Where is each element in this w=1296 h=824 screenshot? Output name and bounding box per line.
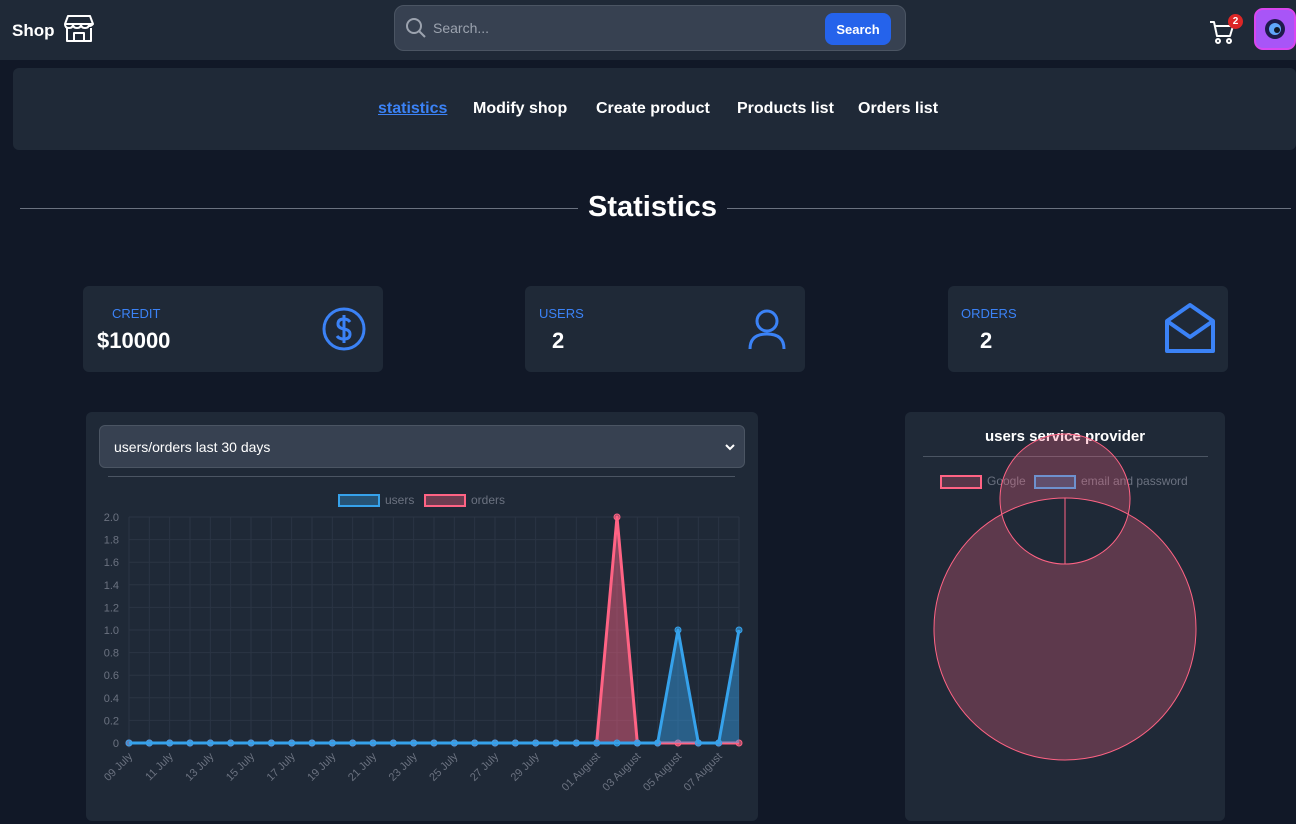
users-label: USERS — [539, 306, 584, 321]
data-point-users — [308, 739, 316, 747]
y-tick-label: 0.8 — [104, 648, 119, 660]
x-tick-label: 29 July — [509, 750, 542, 783]
data-point-users — [430, 739, 438, 747]
data-point-users — [593, 739, 601, 747]
data-point-users — [166, 739, 174, 747]
x-tick-label: 21 July — [346, 750, 379, 783]
y-tick-label: 1.6 — [104, 557, 119, 569]
data-point-users — [267, 739, 275, 747]
search-input[interactable] — [433, 14, 813, 42]
x-tick-label: 15 July — [224, 750, 257, 783]
y-tick-label: 0.2 — [104, 715, 119, 727]
top-navbar: Shop Search 2 — [0, 0, 1296, 60]
data-point-users — [288, 739, 296, 747]
y-tick-label: 0.6 — [104, 670, 119, 682]
x-tick-label: 25 July — [427, 750, 460, 783]
data-point-users — [125, 739, 133, 747]
brand-link[interactable]: Shop — [12, 12, 95, 49]
credit-value: $10000 — [97, 328, 171, 353]
data-point-users — [654, 739, 662, 747]
users-value: 2 — [552, 328, 565, 353]
doughnut-chart-panel: users service provider Googleemail and p… — [905, 412, 1225, 821]
dollar-circle-icon — [321, 306, 367, 357]
y-tick-label: 0.4 — [104, 693, 119, 705]
orders-value: 2 — [980, 328, 993, 353]
page-title: Statistics — [578, 191, 727, 224]
data-point-users — [694, 739, 702, 747]
data-point-users — [532, 739, 540, 747]
shop-subnav: statistics Modify shop Create product Pr… — [13, 68, 1296, 150]
legend-swatch-orders — [424, 494, 466, 507]
data-point-users — [247, 739, 255, 747]
data-point-orders — [613, 513, 621, 521]
provider-doughnut-chart: Googleemail and password — [933, 433, 1197, 761]
data-point-users — [328, 739, 336, 747]
data-point-users — [206, 739, 214, 747]
legend-swatch-0 — [940, 475, 982, 489]
data-point-users — [145, 739, 153, 747]
tab-create-product[interactable]: Create product — [596, 100, 710, 118]
legend-label-orders: orders — [471, 493, 505, 507]
data-point-users — [389, 739, 397, 747]
data-point-users — [227, 739, 235, 747]
x-tick-label: 03 August — [600, 751, 643, 794]
orders-card: ORDERS 2 — [948, 286, 1228, 372]
legend-label-users: users — [385, 493, 414, 507]
x-tick-label: 09 July — [102, 750, 135, 783]
data-point-users — [511, 739, 519, 747]
cart-count-badge: 2 — [1228, 14, 1243, 29]
data-point-users — [735, 626, 743, 634]
x-tick-label: 01 August — [560, 751, 603, 794]
legend-swatch-users — [338, 494, 380, 507]
tab-statistics[interactable]: statistics — [378, 100, 447, 118]
store-icon — [63, 12, 95, 49]
y-tick-label: 2.0 — [104, 512, 119, 524]
data-point-users — [715, 739, 723, 747]
data-point-users — [369, 739, 377, 747]
data-point-users — [613, 739, 621, 747]
data-point-users — [410, 739, 418, 747]
x-tick-label: 23 July — [387, 750, 420, 783]
data-point-users — [633, 739, 641, 747]
y-tick-label: 1.0 — [104, 625, 119, 637]
x-tick-label: 07 August — [682, 751, 725, 794]
users-orders-line-chart: users orders 2.0 1.8 1.6 1.4 1.2 1.0 0.8 0.6 0.4 0.… — [102, 493, 743, 794]
data-point-users — [552, 739, 560, 747]
data-point-users — [572, 739, 580, 747]
search-button[interactable]: Search — [825, 13, 891, 45]
y-tick-label: 1.8 — [104, 535, 119, 547]
data-point-users — [491, 739, 499, 747]
cart-button[interactable]: 2 — [1208, 14, 1243, 44]
tab-products-list[interactable]: Products list — [737, 100, 834, 118]
data-point-users — [471, 739, 479, 747]
avatar-image-icon — [1265, 19, 1285, 39]
x-tick-label: 17 July — [265, 750, 298, 783]
data-point-users — [674, 626, 682, 634]
x-tick-label: 19 July — [305, 750, 338, 783]
data-point-users — [186, 739, 194, 747]
tab-orders-list[interactable]: Orders list — [858, 100, 938, 118]
tab-modify-shop[interactable]: Modify shop — [473, 100, 567, 118]
y-tick-label: 1.4 — [104, 580, 119, 592]
y-tick-label: 0 — [113, 738, 119, 750]
credit-label: CREDIT — [112, 306, 161, 321]
x-tick-label: 27 July — [468, 750, 501, 783]
orders-label: ORDERS — [961, 306, 1017, 321]
search-bar: Search — [394, 5, 906, 51]
x-tick-label: 13 July — [183, 750, 216, 783]
line-chart-panel: users/orders last 30 days users orders 2.0… — [86, 412, 758, 821]
y-tick-label: 1.2 — [104, 602, 119, 614]
avatar[interactable] — [1254, 8, 1296, 50]
x-tick-label: 05 August — [641, 751, 684, 794]
search-icon — [405, 17, 427, 44]
data-point-users — [450, 739, 458, 747]
brand-name: Shop — [12, 20, 55, 40]
user-icon — [747, 308, 787, 355]
data-point-users — [349, 739, 357, 747]
x-tick-label: 11 July — [143, 750, 176, 783]
users-card: USERS 2 — [525, 286, 805, 372]
envelope-open-icon — [1163, 301, 1217, 360]
credit-card: CREDIT $10000 — [83, 286, 383, 372]
